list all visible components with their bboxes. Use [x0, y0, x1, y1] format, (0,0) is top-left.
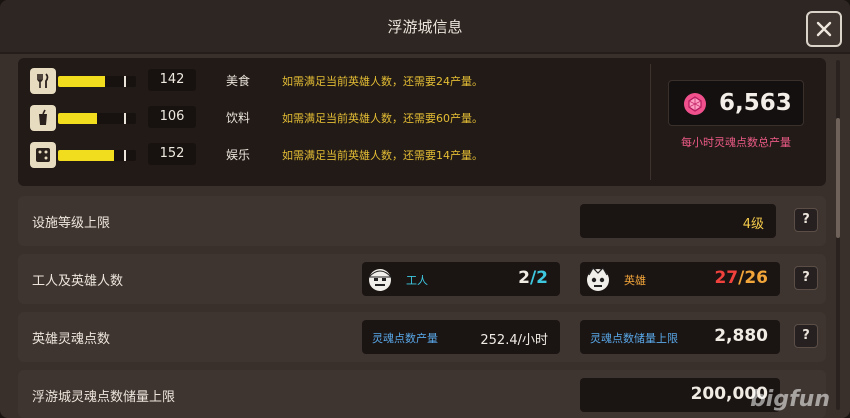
- food-progress-fill: [58, 76, 105, 87]
- dice-icon: [30, 142, 56, 168]
- population-help-button[interactable]: ?: [794, 266, 818, 290]
- soul-output-value: 252.4/小时: [480, 333, 548, 348]
- population-row: 工人及英雄人数 工人 2/2 英雄 27/26 ?: [18, 254, 826, 304]
- soul-total-caption: 每小时灵魂点数总产量: [681, 136, 791, 149]
- drink-value: 106: [148, 106, 196, 128]
- soul-storage-label: 灵魂点数储量上限: [590, 332, 678, 345]
- hero-max: 26: [744, 268, 768, 288]
- worker-count: 2/2: [518, 268, 548, 288]
- drink-target-marker: [123, 113, 126, 124]
- scrollbar-thumb[interactable]: [836, 118, 840, 238]
- stat-row-entertainment: 152 娱乐 如需满足当前英雄人数，还需要14产量。: [30, 142, 650, 168]
- entertainment-note: 如需满足当前英雄人数，还需要14产量。: [282, 149, 483, 162]
- close-button[interactable]: [806, 11, 842, 47]
- population-label: 工人及英雄人数: [32, 274, 124, 289]
- hero-label: 英雄: [624, 274, 646, 287]
- entertainment-target-marker: [123, 150, 126, 161]
- entertainment-progress-bar: [58, 150, 136, 161]
- soul-storage-box: 灵魂点数储量上限 2,880: [580, 320, 780, 354]
- food-progress-bar: [58, 76, 136, 87]
- facility-level-box: 4级: [580, 204, 776, 238]
- production-stats-panel: 142 美食 如需满足当前英雄人数，还需要24产量。 106 饮料 如需满足当前…: [18, 58, 826, 186]
- food-note: 如需满足当前英雄人数，还需要24产量。: [282, 75, 483, 88]
- facility-help-button[interactable]: ?: [794, 208, 818, 232]
- hero-count-box: 英雄 27/26: [580, 262, 780, 296]
- stat-row-drink: 106 饮料 如需满足当前英雄人数，还需要60产量。: [30, 105, 650, 131]
- close-icon: [816, 21, 832, 37]
- food-icon: [30, 68, 56, 94]
- food-label: 美食: [226, 74, 251, 88]
- soul-total-box: 6,563: [668, 80, 804, 126]
- city-storage-row: 浮游城灵魂点数储量上限 200,000: [18, 370, 826, 418]
- drink-label: 饮料: [226, 111, 251, 125]
- facility-level-value: 4级: [742, 217, 764, 232]
- soul-points-label: 英雄灵魂点数: [32, 332, 111, 347]
- soul-output-label: 灵魂点数产量: [372, 332, 438, 345]
- facility-level-row: 设施等级上限 4级 ?: [18, 196, 826, 246]
- worker-avatar-icon: [367, 269, 393, 291]
- worker-current: 2: [518, 268, 530, 288]
- food-value: 142: [148, 69, 196, 91]
- drink-progress-fill: [58, 113, 97, 124]
- watermark-logo: bigfun: [750, 387, 830, 412]
- soul-output-box: 灵魂点数产量 252.4/小时: [362, 320, 560, 354]
- soul-points-help-button[interactable]: ?: [794, 324, 818, 348]
- soul-storage-value: 2,880: [714, 326, 768, 346]
- worker-label: 工人: [406, 274, 428, 287]
- soul-points-row: 英雄灵魂点数 灵魂点数产量 252.4/小时 灵魂点数储量上限 2,880 ?: [18, 312, 826, 362]
- drink-progress-bar: [58, 113, 136, 124]
- hero-count: 27/26: [714, 268, 768, 288]
- drink-note: 如需满足当前英雄人数，还需要60产量。: [282, 112, 483, 125]
- hero-avatar-icon: [587, 267, 609, 291]
- city-storage-label: 浮游城灵魂点数储量上限: [32, 390, 176, 405]
- city-info-window: 浮游城信息 142 美食 如需满足当前英雄人数，还需要24产量。 106 饮料 …: [0, 0, 850, 418]
- entertainment-progress-fill: [58, 150, 115, 161]
- panel-divider: [650, 64, 651, 180]
- stat-row-food: 142 美食 如需满足当前英雄人数，还需要24产量。: [30, 68, 650, 94]
- worker-count-box: 工人 2/2: [362, 262, 560, 296]
- soul-gem-icon: [684, 93, 706, 115]
- hero-current: 27: [714, 268, 739, 288]
- drink-icon: [30, 105, 56, 131]
- facility-level-label: 设施等级上限: [32, 216, 111, 231]
- soul-total-value: 6,563: [719, 90, 792, 116]
- window-title: 浮游城信息: [387, 18, 463, 36]
- entertainment-label: 娱乐: [226, 148, 251, 162]
- title-bar: 浮游城信息: [0, 0, 850, 54]
- entertainment-value: 152: [148, 143, 196, 165]
- food-target-marker: [123, 76, 126, 87]
- worker-max: 2: [536, 268, 548, 288]
